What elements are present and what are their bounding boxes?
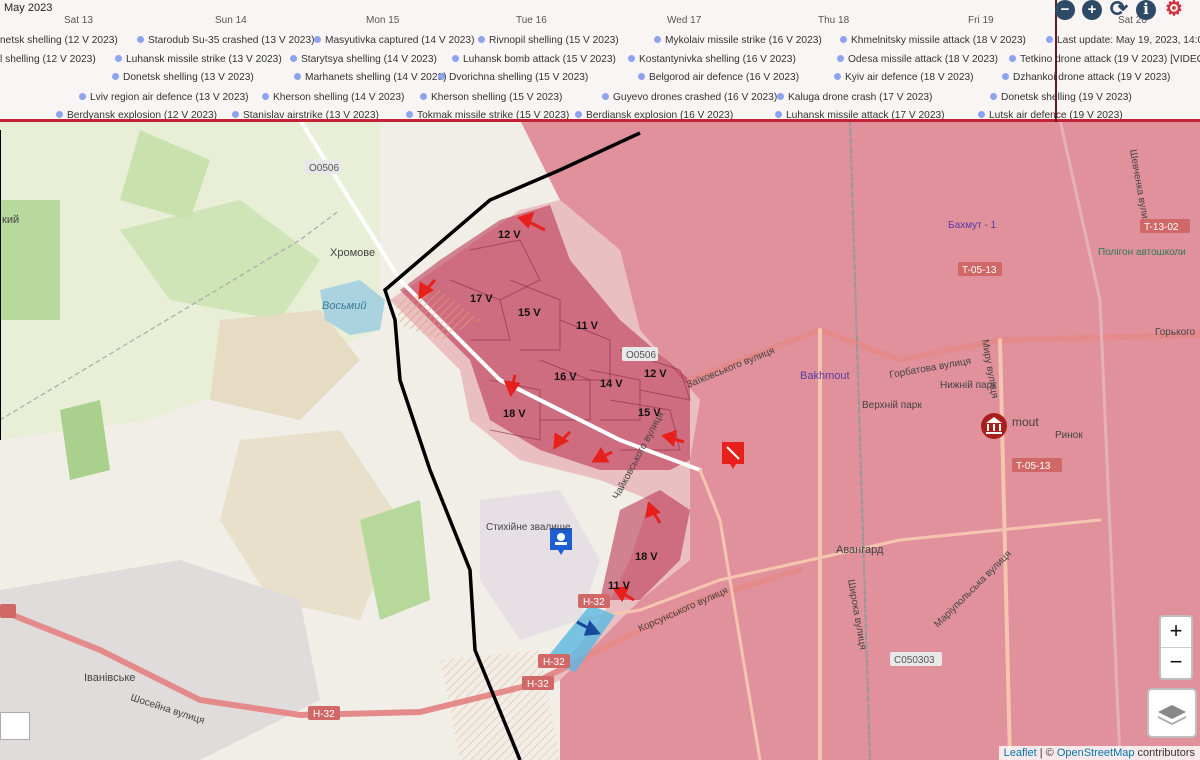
zoom-in-button[interactable]: + (1161, 617, 1191, 648)
timeline-day: Fri 19 (968, 15, 994, 26)
sector-label: 15 V (638, 407, 661, 419)
timeline-event[interactable]: Rivnopil shelling (15 V 2023) (478, 35, 619, 46)
road-t0513-b: T-05-13 (1016, 461, 1051, 472)
timeline-event[interactable]: Guyevo drones crashed (16 V 2023) (602, 92, 777, 103)
label-horkoho: Горького (1155, 327, 1196, 338)
leaflet-link[interactable]: Leaflet (1004, 747, 1037, 759)
attribution-separator: | © (1036, 747, 1057, 759)
timeline-event[interactable]: Starodub Su-35 crashed (13 V 2023) (137, 35, 315, 46)
label-bakhmut-1: Бахмут - 1 (948, 220, 997, 231)
timeline-border (0, 119, 1200, 122)
timeline-day: Wed 17 (667, 15, 702, 26)
timeline-day: Tue 16 (516, 15, 547, 26)
sector-label: 15 V (518, 307, 541, 319)
label-mout: mout (1012, 415, 1039, 429)
timeline-event[interactable]: Donetsk shelling (19 V 2023) (990, 92, 1132, 103)
timeline-event[interactable]: Donetsk shelling (13 V 2023) (112, 72, 254, 83)
timeline-zoom-out-button[interactable]: − (1055, 0, 1075, 20)
label-bakhmut-en: Bakhmout (800, 370, 850, 382)
timeline-event[interactable]: Luhansk bomb attack (15 V 2023) (452, 54, 616, 65)
timeline-event[interactable]: Odesa missile attack (18 V 2023) (837, 54, 998, 65)
sector-label: 14 V (600, 378, 623, 390)
info-button[interactable]: i (1136, 0, 1156, 20)
museum-icon[interactable] (981, 413, 1007, 439)
label-khromove: Хромове (330, 247, 375, 259)
label-avanhard: Авангард (836, 544, 884, 556)
sector-label: 18 V (503, 408, 526, 420)
timeline-event[interactable]: Khmelnitsky missile attack (18 V 2023) (840, 35, 1026, 46)
timeline-last-update: Last update: May 19, 2023, 14:00 (1046, 35, 1200, 46)
gear-icon[interactable]: ⚙ (1164, 0, 1184, 20)
timeline-zoom-in-button[interactable]: + (1082, 0, 1102, 20)
timeline-event[interactable]: l shelling (12 V 2023) (0, 54, 96, 65)
zoom-out-button[interactable]: − (1161, 648, 1191, 678)
road-c050303: C050303 (894, 655, 935, 666)
road-t1302: T-13-02 (1144, 222, 1179, 233)
label-rynok: Ринок (1055, 430, 1083, 441)
timeline-event[interactable]: Marhanets shelling (14 V 2023) (294, 72, 447, 83)
sector-label: 11 V (576, 320, 599, 332)
road-h32-b: H-32 (527, 679, 549, 690)
label-verkhnii-park: Верхній парк (862, 400, 922, 411)
timeline-event[interactable]: netsk shelling (12 V 2023) (0, 35, 118, 46)
timeline-current-marker[interactable] (1055, 0, 1057, 122)
timeline-event[interactable]: Mykolaiv missile strike (16 V 2023) (654, 35, 822, 46)
timeline-event[interactable]: Masyutivka captured (14 V 2023) (314, 35, 475, 46)
timeline-month: May 2023 (4, 2, 53, 14)
scroll-corner (0, 712, 30, 740)
road-h32-a: H-32 (313, 709, 335, 720)
timeline-day: Sun 14 (215, 15, 247, 26)
sector-label: 12 V (498, 229, 521, 241)
road-t0513-a: T-05-13 (962, 265, 997, 276)
timeline-event[interactable]: Belgorod air defence (16 V 2023) (638, 72, 799, 83)
label-partial-left: кий (2, 214, 19, 226)
timeline-day: Sat 13 (64, 15, 93, 26)
timeline-event[interactable]: Kaluga drone crash (17 V 2023) (777, 92, 932, 103)
attribution: Leaflet | © OpenStreetMap contributors (998, 746, 1200, 760)
sector-label: 12 V (644, 368, 667, 380)
label-stykhiyne: Стихійне звалище (486, 522, 571, 533)
timeline-event[interactable]: Luhansk missile strike (13 V 2023) (115, 54, 282, 65)
zoom-control: + − (1159, 615, 1193, 680)
label-poligon: Полігон автошколи (1098, 247, 1186, 258)
label-vosmyi: Восьмий (322, 300, 367, 312)
road-h32-d: H-32 (583, 597, 605, 608)
timeline-event[interactable]: Kherson shelling (14 V 2023) (262, 92, 404, 103)
refresh-icon[interactable]: ⟳ (1109, 0, 1129, 20)
road-h32-c: H-32 (543, 657, 565, 668)
layers-icon (1158, 705, 1186, 725)
timeline-event[interactable]: Dvorichna shelling (15 V 2023) (438, 72, 588, 83)
layers-button[interactable] (1147, 688, 1197, 738)
sector-label: 17 V (470, 293, 493, 305)
timeline-event[interactable]: Tetkino drone attack (19 V 2023) [VIDEO] (1009, 54, 1200, 65)
sector-label: 11 V (608, 580, 631, 592)
timeline-event[interactable]: Kostantynivka shelling (16 V 2023) (628, 54, 796, 65)
sector-label: 16 V (554, 371, 577, 383)
road-o0506-b: O0506 (626, 350, 656, 361)
label-ivanivske: Іванівське (84, 672, 135, 684)
timeline-day: Mon 15 (366, 15, 400, 26)
timeline-event[interactable]: Starytsya shelling (14 V 2023) (290, 54, 437, 65)
sector-label: 18 V (635, 551, 658, 563)
timeline-event[interactable]: Kherson shelling (15 V 2023) (420, 92, 562, 103)
timeline-panel[interactable]: May 2023 Sat 13 Sun 14 Mon 15 Tue 16 Wed… (0, 0, 1200, 120)
timeline-event[interactable]: Dzhankoi drone attack (19 V 2023) (1002, 72, 1170, 83)
timeline-event[interactable]: Lviv region air defence (13 V 2023) (79, 92, 249, 103)
osm-link[interactable]: OpenStreetMap (1057, 747, 1135, 759)
attribution-contrib: contributors (1134, 747, 1195, 759)
timeline-day: Thu 18 (818, 15, 850, 26)
timeline-event[interactable]: Kyiv air defence (18 V 2023) (834, 72, 974, 83)
road-o0506-a: O0506 (309, 163, 339, 174)
